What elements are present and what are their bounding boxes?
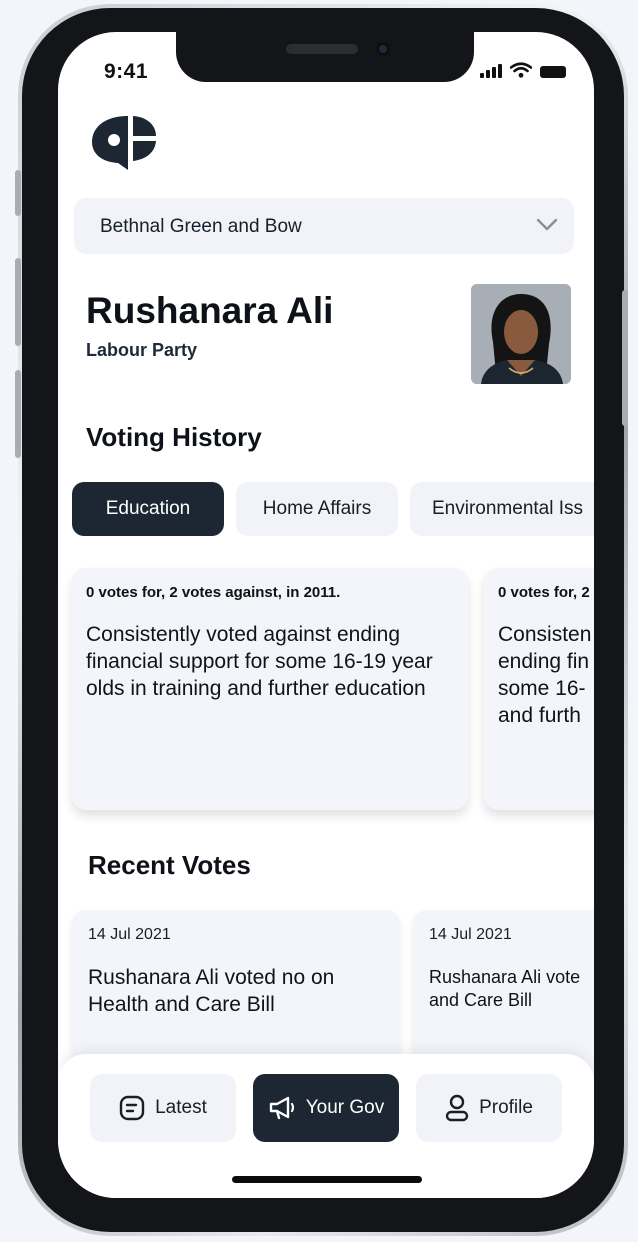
- wifi-icon: [510, 62, 532, 78]
- mp-party: Labour Party: [86, 340, 198, 360]
- voting-history-title: Voting History: [86, 422, 262, 452]
- voting-summary-text: Consisten ending fin some 16- and furth: [498, 623, 592, 727]
- speaker-grille: [286, 44, 358, 54]
- voting-summary-text: Consistently voted against ending financ…: [86, 623, 433, 700]
- vote-count-summary: 0 votes for, 2: [498, 584, 590, 601]
- notch: [176, 32, 474, 82]
- nav-latest-label: Latest: [155, 1097, 207, 1118]
- vote-date: 14 Jul 2021: [88, 926, 171, 943]
- front-camera: [376, 42, 390, 56]
- recent-votes-title: Recent Votes: [88, 850, 251, 880]
- status-icons: [480, 62, 566, 78]
- battery-icon: [540, 66, 566, 78]
- topic-tabs: Education Home Affairs Environmental Iss: [72, 482, 594, 536]
- nav-your-gov-label: Your Gov: [305, 1097, 385, 1118]
- power-button: [622, 290, 628, 426]
- app-logo-icon: [92, 116, 156, 170]
- constituency-label: Bethnal Green and Bow: [100, 216, 302, 237]
- mute-switch: [15, 170, 21, 216]
- nav-profile-label: Profile: [479, 1097, 533, 1118]
- tab-education[interactable]: Education: [72, 482, 224, 536]
- vote-date: 14 Jul 2021: [429, 926, 512, 943]
- signal-icon: [480, 64, 502, 78]
- tab-environmental-issues[interactable]: Environmental Iss: [410, 482, 594, 536]
- vote-description: Rushanara Ali vote and Care Bill: [429, 967, 581, 1010]
- app-screen: 9:41 Bethnal Green and Bow Rushanara Ali…: [58, 32, 594, 1198]
- nav-latest-button[interactable]: Latest: [90, 1074, 236, 1142]
- bottom-navigation: Latest Your Gov Profile: [58, 1054, 594, 1198]
- mp-portrait: [471, 284, 571, 384]
- nav-profile-button[interactable]: Profile: [416, 1074, 562, 1142]
- status-time: 9:41: [104, 60, 149, 83]
- voting-history-card[interactable]: 0 votes for, 2 votes against, in 2011. C…: [72, 568, 468, 810]
- megaphone-icon: [269, 1096, 294, 1120]
- volume-up-button: [15, 258, 21, 346]
- chevron-down-icon: [536, 218, 558, 231]
- user-icon: [445, 1094, 469, 1122]
- constituency-dropdown[interactable]: Bethnal Green and Bow: [74, 198, 574, 254]
- tab-home-affairs[interactable]: Home Affairs: [236, 482, 398, 536]
- nav-your-gov-button[interactable]: Your Gov: [253, 1074, 399, 1142]
- volume-down-button: [15, 370, 21, 458]
- voting-history-card[interactable]: 0 votes for, 2 Consisten ending fin some…: [484, 568, 594, 810]
- home-indicator: [232, 1176, 422, 1183]
- news-icon: [119, 1095, 145, 1121]
- mp-name: Rushanara Ali: [86, 290, 334, 331]
- vote-description: Rushanara Ali voted no on Health and Car…: [88, 966, 335, 1016]
- vote-count-summary: 0 votes for, 2 votes against, in 2011.: [86, 584, 341, 601]
